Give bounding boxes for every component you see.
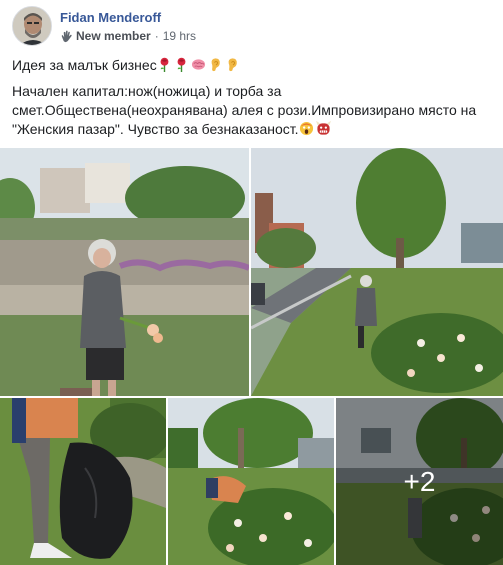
post-line-2-text: Начален капитал:нож(ножица) и торба за с… <box>12 83 477 137</box>
post-body: Идея за малък бизнес Начален капитал:нож… <box>12 56 496 146</box>
photo-person-bending-over-roses[interactable] <box>168 398 334 565</box>
photo-woman-by-road[interactable] <box>251 148 503 396</box>
post-meta: New member · 19 hrs <box>60 29 196 43</box>
screaming-face-emoji-icon <box>299 121 313 136</box>
avatar[interactable] <box>12 6 52 46</box>
photo-person-in-rose-alley[interactable]: +2 <box>336 398 503 565</box>
post-line-2: Начален капитал:нож(ножица) и торба за с… <box>12 82 496 139</box>
brain-emoji-icon <box>191 59 205 70</box>
member-badge: New member <box>76 29 151 43</box>
meta-separator: · <box>154 29 159 43</box>
more-photos-overlay[interactable]: +2 <box>336 398 503 565</box>
ear-emoji-icon <box>228 58 237 72</box>
post-header: Fidan Menderoff New member · 19 hrs <box>12 6 492 50</box>
waving-hand-icon <box>61 30 72 42</box>
post-line-1: Идея за малък бизнес <box>12 56 496 75</box>
post-time[interactable]: 19 hrs <box>163 29 196 43</box>
rose-emoji-icon <box>160 57 169 72</box>
photo-woman-holding-roses[interactable] <box>0 148 249 396</box>
rose-emoji-icon <box>177 57 186 72</box>
post-line-1-text: Идея за малък бизнес <box>12 57 157 73</box>
author-name[interactable]: Fidan Menderoff <box>60 10 161 25</box>
ear-emoji-icon <box>211 58 220 72</box>
photo-person-with-trash-bag[interactable] <box>0 398 166 565</box>
ogre-emoji-icon <box>315 121 331 135</box>
